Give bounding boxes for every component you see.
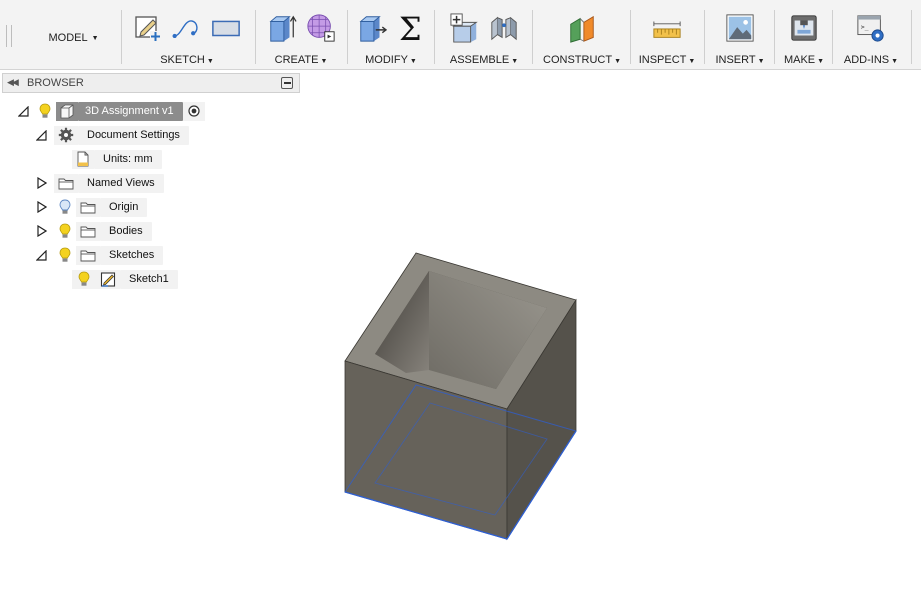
bodies-node: Bodies <box>34 221 152 241</box>
root-component-label[interactable]: 3D Assignment v1 <box>78 101 183 121</box>
gear-icon <box>54 125 78 145</box>
insert-menu[interactable]: INSERT ▼ <box>708 54 772 66</box>
radio-target-icon[interactable] <box>182 101 205 121</box>
expand-toggle-icon[interactable] <box>34 176 48 190</box>
assemble-group: ASSEMBLE ▼ <box>438 8 530 68</box>
named-views-label[interactable]: Named Views <box>78 173 164 193</box>
scripts-addins-icon[interactable]: >_ <box>856 12 886 44</box>
rectangle-icon[interactable] <box>211 12 241 44</box>
insert-group: INSERT ▼ <box>708 8 772 68</box>
sketches-node: Sketches <box>34 245 164 265</box>
sketch1-node: Sketch1 <box>72 269 178 289</box>
caret-down-icon: ▼ <box>91 34 99 42</box>
folder-icon <box>76 197 100 217</box>
lightbulb-icon[interactable] <box>54 247 76 263</box>
construct-group: CONSTRUCT ▼ <box>536 8 628 68</box>
expand-toggle-icon[interactable] <box>34 248 48 262</box>
folder-icon <box>76 245 100 265</box>
create-group: CREATE ▼ <box>258 8 344 68</box>
offset-plane-icon[interactable] <box>567 12 597 44</box>
expand-toggle-icon[interactable] <box>34 128 48 142</box>
svg-text:Σ: Σ <box>399 12 422 44</box>
add-ins-group: >_ ADD-INS ▼ <box>836 8 906 68</box>
folder-icon <box>76 221 100 241</box>
inspect-menu[interactable]: INSPECT ▼ <box>634 54 700 66</box>
toolbar-grip-handle[interactable] <box>6 25 12 47</box>
browser-root-node: 3D Assignment v1 <box>16 101 205 121</box>
main-toolbar: MODEL ▼ SKETCH ▼ CREATE ▼ Σ MODIFY ▼ ASS… <box>0 0 921 70</box>
document-settings-label[interactable]: Document Settings <box>78 125 189 145</box>
document-settings-node: Document Settings <box>34 125 189 145</box>
toolbar-divider <box>121 10 122 64</box>
construct-menu[interactable]: CONSTRUCT ▼ <box>536 54 628 66</box>
minimize-browser-icon[interactable] <box>281 77 293 89</box>
browser-header: ◀◀ BROWSER <box>2 73 300 93</box>
svg-text:>_: >_ <box>861 23 869 31</box>
expand-toggle-icon[interactable] <box>34 200 48 214</box>
workspace-switcher[interactable]: MODEL ▼ <box>26 10 121 66</box>
joint-icon[interactable] <box>489 12 519 44</box>
make-menu[interactable]: MAKE ▼ <box>778 54 830 66</box>
origin-node: Origin <box>34 197 148 217</box>
new-component-icon[interactable] <box>449 12 480 44</box>
browser-title: BROWSER <box>27 77 84 89</box>
collapse-browser-icon[interactable]: ◀◀ <box>7 77 19 88</box>
sketches-label[interactable]: Sketches <box>100 245 164 265</box>
origin-label[interactable]: Origin <box>100 197 148 217</box>
extrude-icon[interactable] <box>267 12 297 44</box>
units-node: Units: mm <box>72 149 162 169</box>
expand-toggle-icon[interactable] <box>16 104 30 118</box>
modify-menu[interactable]: MODIFY ▼ <box>350 54 432 66</box>
sigma-parameters-icon[interactable]: Σ <box>396 12 426 44</box>
sketch-menu[interactable]: SKETCH ▼ <box>123 54 251 66</box>
sketch1-label[interactable]: Sketch1 <box>120 269 178 289</box>
create-sketch-icon[interactable] <box>133 12 163 44</box>
make-group: MAKE ▼ <box>778 8 830 68</box>
lightbulb-icon[interactable] <box>34 103 56 119</box>
component-box-icon <box>56 101 78 121</box>
measure-icon[interactable] <box>652 12 682 44</box>
named-views-node: Named Views <box>34 173 164 193</box>
toolbar-divider <box>774 10 775 64</box>
create-menu[interactable]: CREATE ▼ <box>258 54 344 66</box>
insert-image-icon[interactable] <box>725 12 755 44</box>
workspace-label: MODEL <box>48 32 88 44</box>
bodies-label[interactable]: Bodies <box>100 221 152 241</box>
canvas-viewport[interactable] <box>300 240 620 560</box>
inspect-group: INSPECT ▼ <box>634 8 700 68</box>
form-icon[interactable] <box>306 12 336 44</box>
add-ins-menu[interactable]: ADD-INS ▼ <box>836 54 906 66</box>
assemble-menu[interactable]: ASSEMBLE ▼ <box>438 54 530 66</box>
toolbar-divider <box>832 10 833 64</box>
folder-icon <box>54 173 78 193</box>
units-label[interactable]: Units: mm <box>94 149 162 169</box>
spline-icon[interactable] <box>172 12 202 44</box>
lightbulb-icon[interactable] <box>72 269 96 289</box>
press-pull-icon[interactable] <box>357 12 387 44</box>
expand-toggle-icon[interactable] <box>34 224 48 238</box>
toolbar-divider <box>630 10 631 64</box>
sketch-icon <box>96 269 120 289</box>
toolbar-divider <box>704 10 705 64</box>
3d-print-icon[interactable] <box>789 12 819 44</box>
toolbar-divider <box>347 10 348 64</box>
sketch-group: SKETCH ▼ <box>123 8 251 68</box>
hollow-box-body[interactable] <box>300 240 620 560</box>
toolbar-divider <box>255 10 256 64</box>
modify-group: Σ MODIFY ▼ <box>350 8 432 68</box>
toolbar-divider <box>532 10 533 64</box>
lightbulb-off-icon[interactable] <box>54 199 76 215</box>
toolbar-divider <box>911 10 912 64</box>
document-icon <box>72 149 94 169</box>
lightbulb-icon[interactable] <box>54 223 76 239</box>
toolbar-divider <box>434 10 435 64</box>
